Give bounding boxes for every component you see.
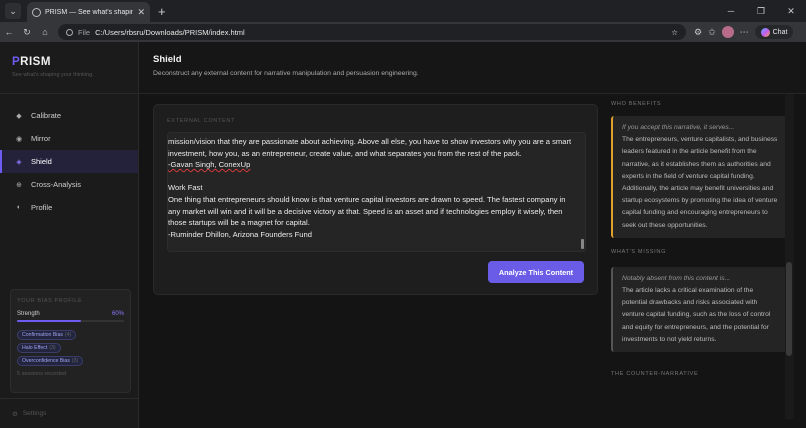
content-text: mission/vision that they are passionate … — [168, 133, 583, 240]
content-line: One thing that entrepreneurs should know… — [168, 194, 568, 228]
sidebar-item-label: Profile — [31, 203, 53, 212]
address-prefix: File — [78, 27, 91, 37]
crosshair-icon: ⊕ — [16, 181, 22, 189]
content-line: -Gavan Singh, ConexUp — [168, 160, 251, 170]
gear-icon: ⚙ — [12, 410, 18, 418]
content-line: mission/vision that they are passionate … — [168, 137, 574, 158]
chat-button[interactable]: Chat — [754, 25, 794, 39]
extensions-icon[interactable]: ⚙ — [694, 27, 702, 38]
sidebar-item-shield[interactable]: ◈ Shield — [0, 150, 138, 173]
copilot-icon — [760, 27, 770, 37]
browser-tabstrip: ⌄ PRISM — See what's shaping your ✕ + ─ … — [0, 0, 806, 22]
sidebar-item-label: Mirror — [31, 134, 51, 143]
sidebar-item-label: Calibrate — [31, 111, 62, 120]
analyze-button[interactable]: Analyze This Content — [488, 261, 584, 283]
refresh-icon[interactable]: ↻ — [18, 27, 36, 38]
page-scrollbar-thumb[interactable] — [786, 262, 792, 356]
logo-rest: RISM — [20, 56, 51, 68]
bias-chip-label: Overconfidence Bias — [22, 358, 70, 364]
half-circle-icon: ◐ — [16, 204, 22, 211]
browser-toolbar: ← ↻ ⌂ File C:/Users/rbsru/Downloads/PRIS… — [0, 22, 806, 42]
window-controls: ─ ❐ ✕ — [716, 0, 806, 22]
chevron-down-icon: ⌄ — [9, 5, 17, 16]
strength-bar — [17, 320, 124, 322]
external-content-card: EXTERNAL CONTENT mission/vision that the… — [153, 104, 598, 295]
whats-missing-block: Notably absent from this content is... T… — [611, 266, 787, 353]
strength-row: Strength 60% — [17, 311, 124, 317]
close-tab-icon[interactable]: ✕ — [137, 7, 145, 18]
brand: PRISM See what's shaping your thinking. — [0, 42, 138, 94]
page-header: Shield Deconstruct any external content … — [139, 42, 806, 94]
who-benefits-lead: If you accept this narrative, it serves.… — [622, 124, 735, 131]
bias-profile-heading: YOUR BIAS PROFILE — [17, 298, 83, 304]
whats-missing-heading: WHAT'S MISSING — [611, 248, 667, 255]
close-window-icon[interactable]: ✕ — [776, 0, 806, 22]
sidebar-item-profile[interactable]: ◐ Profile — [0, 196, 138, 219]
textarea-scrollbar[interactable] — [581, 239, 584, 249]
url-text: C:/Users/rbsru/Downloads/PRISM/index.htm… — [95, 27, 245, 37]
who-benefits-text: The entrepreneurs, venture capitalists, … — [622, 136, 778, 229]
who-benefits-heading: WHO BENEFITS — [611, 101, 662, 107]
sidebar-item-label: Cross-Analysis — [31, 180, 82, 189]
more-icon[interactable]: ⋯ — [740, 27, 749, 38]
settings-label: Settings — [22, 410, 47, 417]
info-icon[interactable] — [66, 28, 73, 36]
strength-label: Strength — [17, 311, 40, 317]
bias-chips: Confirmation Bias (4) Halo Effect (3) Over… — [17, 327, 124, 366]
who-benefits-block: If you accept this narrative, it serves.… — [611, 116, 787, 238]
maximize-icon[interactable]: ❐ — [746, 0, 776, 22]
circle-icon: ◉ — [15, 135, 23, 143]
globe-icon — [32, 7, 41, 17]
bias-chip-count: (3) — [49, 345, 56, 351]
bias-chip-count: (4) — [64, 332, 72, 338]
logo: PRISM — [12, 56, 126, 68]
sessions-count: 5 sessions recorded — [17, 371, 67, 377]
sidebar-item-cross-analysis[interactable]: ⊕ Cross-Analysis — [0, 173, 138, 196]
back-icon[interactable]: ← — [0, 27, 18, 37]
tab-title: PRISM — See what's shaping your — [45, 8, 134, 16]
bias-chip-label: Halo Effect — [22, 345, 48, 351]
bias-chip[interactable]: Halo Effect (3) — [17, 343, 61, 353]
settings-link[interactable]: ⚙ Settings — [0, 398, 138, 428]
content-line: Work Fast — [168, 183, 203, 193]
minimize-icon[interactable]: ─ — [716, 0, 746, 22]
chat-label: Chat — [772, 28, 788, 36]
tagline: See what's shaping your thinking. — [12, 72, 94, 78]
shield-icon: ◈ — [16, 158, 22, 166]
page-title: Shield — [153, 54, 182, 65]
star-icon[interactable]: ☆ — [671, 28, 678, 37]
logo-first-letter: P — [12, 56, 21, 68]
favorites-icon[interactable]: ✩ — [708, 27, 716, 38]
new-tab-button[interactable]: + — [158, 4, 166, 19]
diamond-icon: ◆ — [16, 112, 22, 120]
browser-tab[interactable]: PRISM — See what's shaping your ✕ — [27, 2, 150, 22]
strength-value: 60% — [111, 311, 124, 317]
bias-chip[interactable]: Overconfidence Bias (3) — [17, 356, 84, 366]
content-line: -Ruminder Dhillon, Arizona Founders Fund — [168, 229, 312, 239]
main-content: Shield Deconstruct any external content … — [139, 42, 806, 428]
page-scrollbar-track[interactable] — [785, 94, 794, 419]
external-content-heading: EXTERNAL CONTENT — [167, 118, 236, 124]
bias-chip-label: Confirmation Bias — [22, 332, 63, 338]
bias-profile-card: YOUR BIAS PROFILE Strength 60% Confirmat… — [10, 289, 131, 393]
analysis-panel: WHO BENEFITS If you accept this narrativ… — [611, 94, 787, 428]
strength-bar-fill — [17, 320, 82, 322]
nav-list: ◆ Calibrate ◉ Mirror ◈ Shield ⊕ Cross-An… — [0, 104, 138, 219]
whats-missing-text: The article lacks a critical examination… — [622, 287, 771, 343]
whats-missing-lead: Notably absent from this content is... — [622, 274, 731, 282]
sidebar-item-mirror[interactable]: ◉ Mirror — [0, 127, 138, 150]
bias-chip-count: (3) — [71, 358, 79, 364]
sidebar: PRISM See what's shaping your thinking. … — [0, 42, 139, 428]
counter-narrative-heading: THE COUNTER-NARRATIVE — [611, 371, 699, 378]
bias-chip[interactable]: Confirmation Bias (4) — [17, 330, 77, 340]
tab-search-button[interactable]: ⌄ — [5, 3, 21, 19]
sidebar-item-label: Shield — [31, 157, 52, 166]
page-subtitle: Deconstruct any external content for nar… — [153, 70, 419, 77]
profile-avatar[interactable] — [721, 26, 734, 38]
sidebar-item-calibrate[interactable]: ◆ Calibrate — [0, 104, 138, 127]
home-icon[interactable]: ⌂ — [36, 27, 54, 37]
address-bar[interactable]: File C:/Users/rbsru/Downloads/PRISM/inde… — [58, 24, 686, 40]
external-content-textarea[interactable]: mission/vision that they are passionate … — [167, 132, 586, 252]
